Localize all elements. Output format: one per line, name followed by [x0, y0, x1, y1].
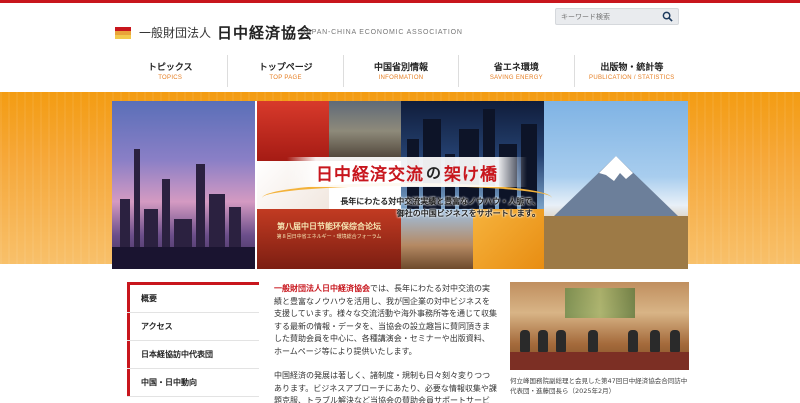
intro-highlight: 一般財団法人日中経済協会	[274, 284, 370, 293]
logo-org-type: 一般財団法人	[139, 26, 212, 40]
search-input[interactable]	[556, 12, 656, 21]
sidebar-item-access[interactable]: アクセス	[127, 313, 259, 341]
intro-paragraph-1: 一般財団法人日中経済協会では、長年にわたる対中交流の実績と豊富なノウハウを活用し…	[274, 283, 497, 358]
hero-subtitle: 長年にわたる対中交流実績と豊富なノウハウ・人脈で、 御社の中国ビジネスをサポート…	[304, 196, 540, 220]
logo-flag-icon	[115, 26, 131, 39]
wall-painting	[565, 288, 635, 318]
conference-title-jp: 第８回日中省エネルギー・環境総合フォーラム	[276, 234, 382, 240]
hero-subtitle-line1: 長年にわたる対中交流実績と豊富なノウハウ・人脈で、	[340, 197, 540, 206]
sidebar-item-overview[interactable]: 概要	[127, 285, 259, 313]
nav-label-en: PUBLICATION / STATISTICS	[589, 75, 675, 81]
shanghai-night-image	[112, 101, 255, 269]
search-icon[interactable]	[662, 11, 673, 22]
sidebar-item-trends[interactable]: 中国・日中動向	[127, 369, 259, 397]
hero-banner: 第八届中日节能环保综合论坛 第８回日中省エネルギー・環境総合フォーラム 日中経済…	[112, 101, 688, 269]
nav-saving-energy[interactable]: 省エネ環境 SAVING ENERGY	[459, 55, 575, 87]
logo-english-name: JAPAN-CHINA ECONOMIC ASSOCIATION	[302, 29, 463, 36]
hero-title: 日中経済交流 の 架け橋	[287, 157, 527, 187]
hero-title-a: 日中経済交流	[315, 164, 424, 185]
nav-label: 出版物・統計等	[600, 63, 664, 73]
intro-text: 一般財団法人日中経済協会では、長年にわたる対中交流の実績と豊富なノウハウを活用し…	[274, 283, 497, 403]
sidebar-menu: 概要 アクセス 日本経協訪中代表団 中国・日中動向	[127, 285, 259, 397]
intro-paragraph-2: 中国経済の発展は著しく、諸制度・規制も日々刻々変りつつあります。ビジネスアプロー…	[274, 371, 497, 403]
hero-title-no: の	[425, 163, 442, 182]
main-nav: トピックス TOPICS トップページ TOP PAGE 中国省別情報 INFO…	[113, 55, 689, 87]
nav-label-en: SAVING ENERGY	[489, 75, 543, 81]
intro-paragraph-1-body: では、長年にわたる対中交流の実績と豊富なノウハウを活用し、我が国企業の対中ビジネ…	[274, 284, 497, 356]
nav-topics[interactable]: トピックス TOPICS	[113, 55, 229, 87]
nav-publication[interactable]: 出版物・統計等 PUBLICATION / STATISTICS	[575, 55, 689, 87]
conference-title-cn: 第八届中日节能环保综合论坛	[277, 222, 381, 231]
nav-information[interactable]: 中国省別情報 INFORMATION	[344, 55, 460, 87]
delegation-photo	[510, 282, 689, 370]
hero-subtitle-line2: 御社の中国ビジネスをサポートします。	[396, 209, 540, 218]
top-accent-line	[0, 0, 800, 3]
mount-fuji-image	[544, 101, 688, 269]
nav-label: 省エネ環境	[493, 63, 539, 73]
photo-caption: 何立峰国務院副総理と会見した第47回日中経済協会合同訪中代表団・進藤団長ら（20…	[510, 377, 688, 395]
nav-label-en: TOP PAGE	[269, 75, 302, 81]
sidebar-item-delegation[interactable]: 日本経協訪中代表団	[127, 341, 259, 369]
meeting-room-image	[329, 101, 401, 161]
nav-label-en: INFORMATION	[378, 75, 424, 81]
nav-label: トップページ	[258, 63, 313, 73]
search-box	[555, 8, 679, 25]
nav-label-en: TOPICS	[158, 75, 183, 81]
red-tile-image	[257, 101, 329, 161]
hero-title-b: 架け橋	[444, 164, 498, 185]
nav-label: トピックス	[147, 63, 193, 73]
site-logo[interactable]: 一般財団法人 日中経済協会	[115, 22, 313, 43]
nav-label: 中国省別情報	[374, 63, 429, 73]
logo-org-name: 日中経済協会	[217, 24, 314, 42]
nav-top-page[interactable]: トップページ TOP PAGE	[228, 55, 344, 87]
